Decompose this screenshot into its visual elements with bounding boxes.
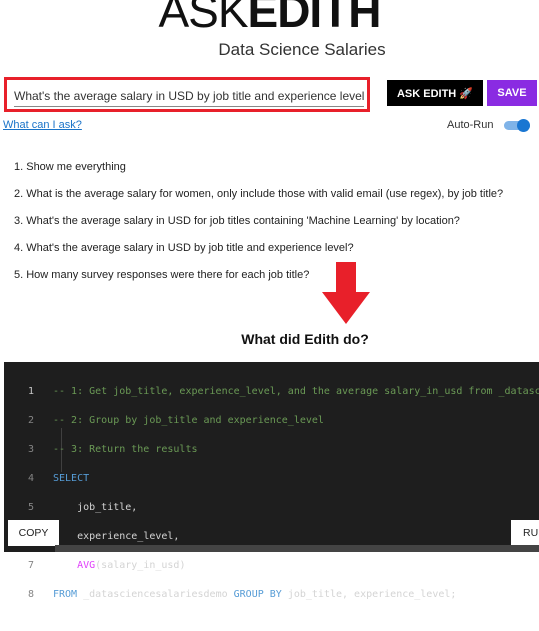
example-question[interactable]: 4. What's the average salary in USD by j… (14, 239, 539, 266)
query-highlight-box (4, 77, 370, 112)
page-subtitle: Data Science Salaries (218, 40, 386, 59)
logo-edith: EDITH (247, 0, 382, 37)
code-line: 4 SELECT (27, 472, 90, 484)
code-content: 1 -- 1: Get job_title, experience_level, … (4, 370, 539, 631)
code-line: 1 -- 1: Get job_title, experience_level, … (27, 385, 539, 397)
section-title: What did Edith do? (241, 331, 369, 347)
code-line: 6 experience_level, (28, 530, 180, 542)
code-line: 5 job_title, (27, 501, 138, 513)
logo-ask: ASK (158, 0, 248, 37)
query-input[interactable] (14, 87, 364, 107)
code-editor[interactable]: 1 -- 1: Get job_title, experience_level, … (4, 362, 539, 600)
code-line: 3 -- 3: Return the results (27, 443, 198, 455)
example-questions-list: 1. Show me everything 2. What is the ave… (14, 158, 539, 290)
example-question[interactable]: 2. What is the average salary for women,… (14, 185, 539, 212)
copy-button[interactable]: COPY (8, 520, 59, 546)
ask-edith-button[interactable]: ASK EDITH 🚀 (387, 80, 483, 106)
autorun-toggle[interactable] (504, 119, 530, 132)
toggle-knob (517, 119, 530, 132)
what-can-i-ask-link[interactable]: What can I ask? (3, 119, 82, 131)
horizontal-scrollbar[interactable] (55, 545, 539, 552)
app-logo: ASKEDITH (0, 0, 539, 36)
example-question[interactable]: 5. How many survey responses were there … (14, 266, 539, 290)
autorun-label: Auto-Run (447, 119, 494, 131)
down-arrow-icon (322, 262, 370, 324)
run-button[interactable]: RUN (511, 520, 539, 546)
example-question[interactable]: 1. Show me everything (14, 158, 539, 185)
code-line: 2 -- 2: Group by job_title and experience… (27, 414, 324, 426)
example-question[interactable]: 3. What's the average salary in USD for … (14, 212, 539, 239)
save-button[interactable]: SAVE (487, 80, 537, 106)
code-line: 7 AVG(salary_in_usd) (27, 559, 186, 571)
code-line: 8 FROM _datasciencesalariesdemo GROUP BY … (27, 588, 457, 600)
